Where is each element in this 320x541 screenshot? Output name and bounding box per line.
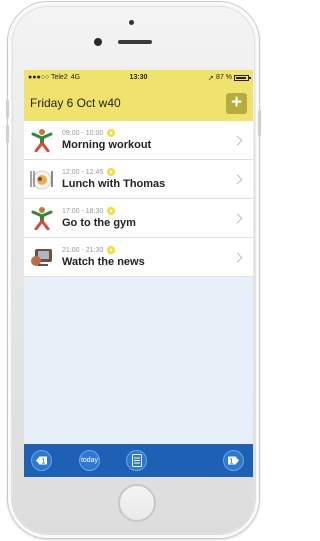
event-title: Go to the gym: [62, 217, 136, 229]
event-time-line: 12:00 - 12:45: [62, 168, 234, 176]
event-text: 12:00 - 12:45 Lunch with Thomas: [62, 168, 234, 190]
calendar-button[interactable]: [126, 450, 147, 471]
event-time: 09:00 - 10:00: [62, 129, 104, 137]
chevron-right-icon: [232, 174, 243, 184]
event-time-line: 21:00 - 21:30: [62, 246, 234, 254]
location-icon: ➚: [208, 74, 215, 82]
exercise-icon: [31, 207, 53, 230]
volume-up-button[interactable]: [6, 100, 9, 118]
front-camera: [129, 20, 134, 25]
status-bar: ●●●○○ Tele2 4G 13:30 ➚ 87 %: [24, 70, 253, 85]
event-time-line: 17:00 - 18:30: [62, 207, 234, 215]
list-item[interactable]: 12:00 - 12:45 Lunch with Thomas: [24, 160, 253, 199]
svg-text:1: 1: [229, 458, 233, 466]
list-item[interactable]: 09:00 - 10:00 Morning workout: [24, 121, 253, 160]
event-title: Morning workout: [62, 139, 152, 151]
battery-icon: [234, 74, 252, 81]
event-title: Lunch with Thomas: [62, 178, 166, 190]
previous-day-button[interactable]: 1: [31, 450, 52, 471]
status-time: 13:30: [129, 74, 148, 81]
event-list: 09:00 - 10:00 Morning workout 12:00 - 12…: [24, 121, 253, 277]
page-title: Friday 6 Oct w40: [30, 96, 121, 110]
volume-down-button[interactable]: [6, 125, 9, 143]
chevron-right-icon: [232, 252, 243, 262]
home-button[interactable]: [118, 484, 156, 522]
event-text: 17:00 - 18:30 Go to the gym: [62, 207, 234, 229]
clock-icon: [107, 246, 116, 254]
clock-icon: [107, 168, 116, 176]
add-event-button[interactable]: +: [226, 92, 247, 114]
day-header: Friday 6 Oct w40 +: [24, 85, 253, 121]
app-screen: ●●●○○ Tele2 4G 13:30 ➚ 87 % Friday 6 Oct…: [24, 70, 253, 477]
event-time: 17:00 - 18:30: [62, 207, 104, 215]
chevron-right-icon: [232, 213, 243, 223]
tv-icon: [31, 249, 52, 266]
power-button[interactable]: [258, 110, 261, 136]
list-item[interactable]: 17:00 - 18:30 Go to the gym: [24, 199, 253, 238]
clock-icon: [107, 129, 116, 137]
list-item[interactable]: 21:00 - 21:30 Watch the news: [24, 238, 253, 277]
event-text: 21:00 - 21:30 Watch the news: [62, 246, 234, 268]
battery-percent: 87 %: [216, 74, 233, 81]
status-right: ➚ 87 %: [175, 74, 252, 82]
next-day-button[interactable]: 1: [223, 450, 244, 471]
previous-day-icon: 1: [36, 456, 47, 466]
today-label: today: [80, 457, 99, 464]
event-time-line: 09:00 - 10:00: [62, 129, 234, 137]
proximity-sensor: [94, 38, 102, 46]
next-day-icon: 1: [228, 456, 239, 466]
event-text: 09:00 - 10:00 Morning workout: [62, 129, 234, 151]
event-time: 12:00 - 12:45: [62, 168, 104, 176]
status-left: ●●●○○ Tele2 4G: [28, 74, 102, 81]
chevron-right-icon: [232, 135, 243, 145]
svg-text:1: 1: [41, 458, 45, 466]
carrier-label: ●●●○○ Tele2: [28, 74, 68, 81]
event-time: 21:00 - 21:30: [62, 246, 104, 254]
today-button[interactable]: today: [79, 450, 100, 471]
earpiece-speaker: [118, 40, 152, 44]
network-label: 4G: [70, 74, 81, 81]
event-title: Watch the news: [62, 256, 145, 268]
calendar-icon: [131, 454, 142, 467]
meal-icon: [30, 170, 53, 190]
bottom-toolbar: 1 today 1: [24, 444, 253, 477]
exercise-icon: [31, 129, 53, 152]
clock-icon: [107, 207, 116, 215]
